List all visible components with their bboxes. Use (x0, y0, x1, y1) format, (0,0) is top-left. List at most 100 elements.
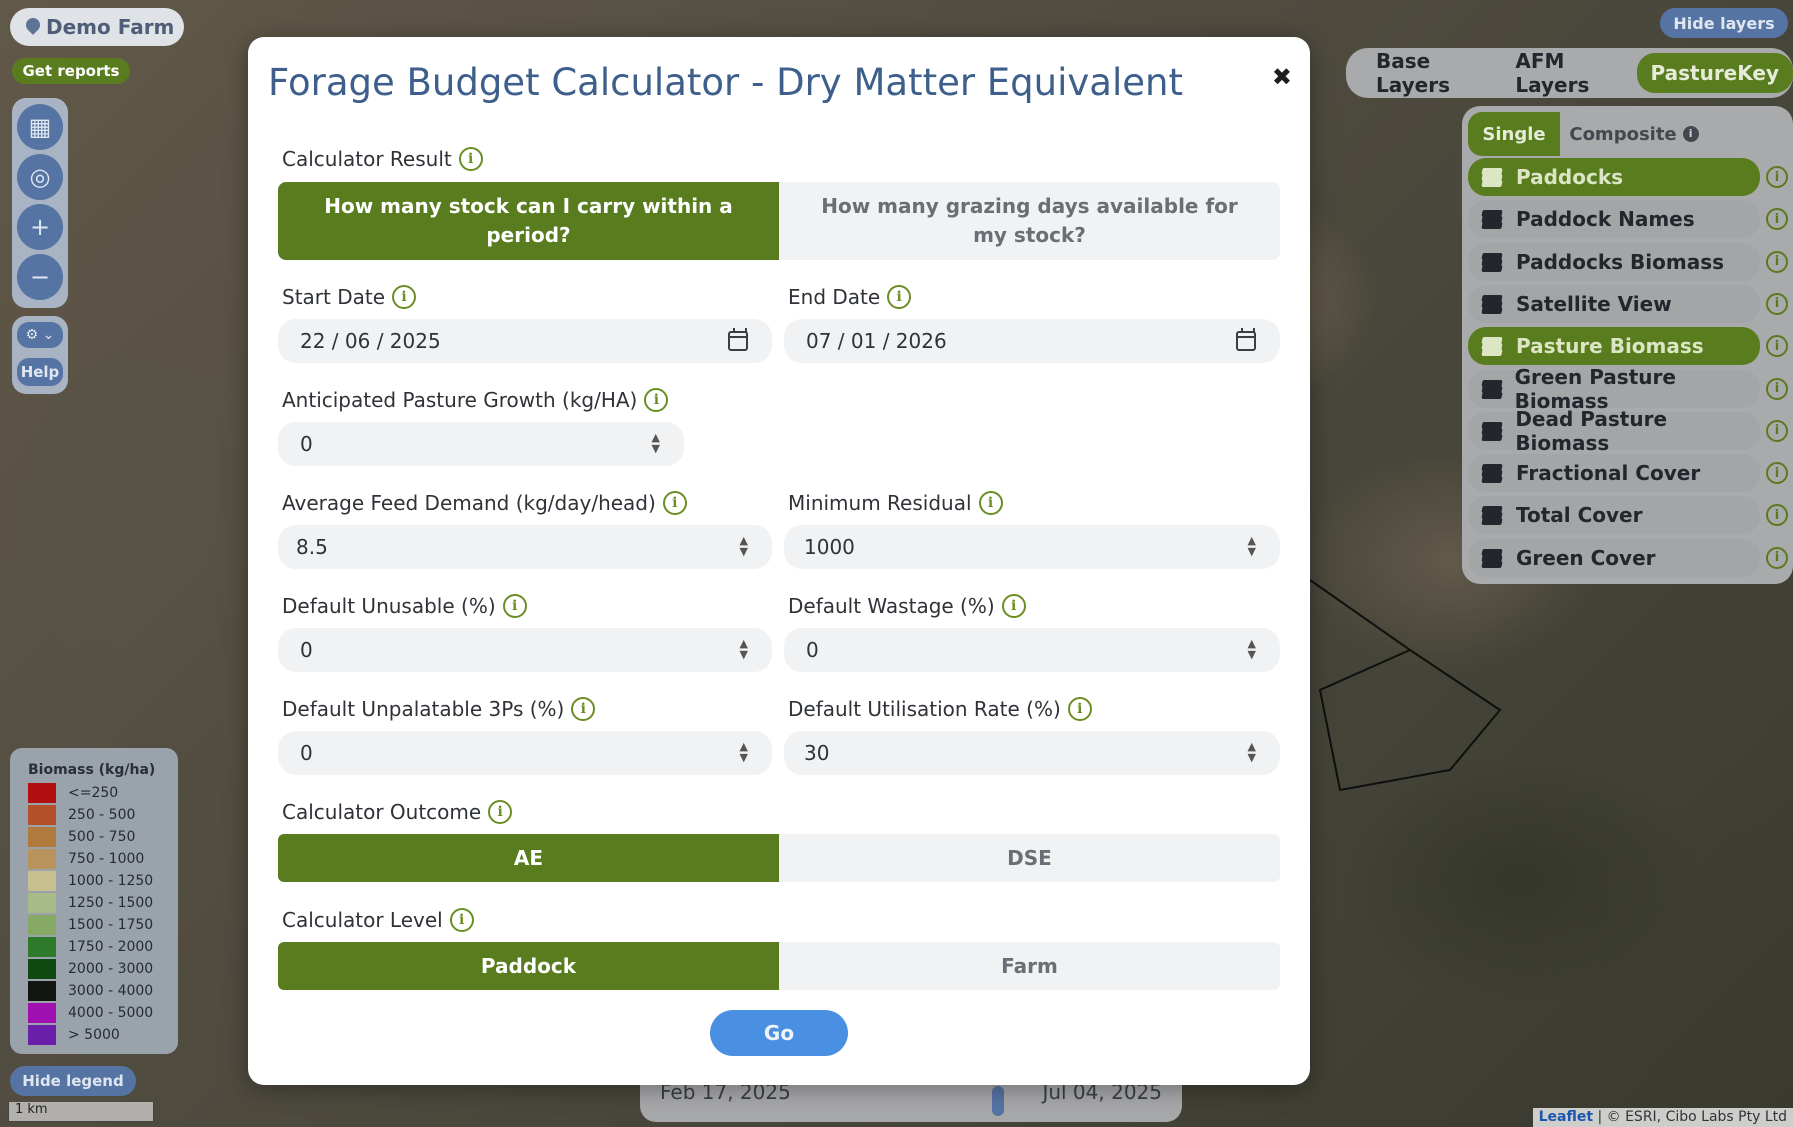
legend-swatch (28, 827, 56, 847)
calendar-icon[interactable] (1236, 328, 1256, 351)
settings-dropdown[interactable]: ⚙ ⌄ (17, 322, 63, 348)
layer-item-dead-pasture-biomass[interactable]: Dead Pasture Biomass (1468, 407, 1760, 455)
info-icon[interactable]: i (644, 388, 669, 412)
end-date-input[interactable]: 07 / 01 / 2026 (784, 319, 1280, 363)
utilisation-text: Default Utilisation Rate (%) (788, 697, 1061, 721)
legend-label: > 5000 (68, 1027, 120, 1043)
stepper-icon[interactable]: ▲ ▼ (652, 432, 660, 454)
info-icon[interactable]: i (392, 285, 417, 309)
info-icon[interactable]: i (1766, 377, 1788, 400)
layer-item-label: Paddock Names (1516, 207, 1695, 232)
info-icon[interactable]: i (502, 594, 527, 618)
info-icon[interactable]: i (1766, 335, 1788, 358)
get-reports-button[interactable]: Get reports (12, 58, 130, 84)
growth-input[interactable]: 0 ▲ ▼ (278, 422, 684, 466)
info-icon[interactable]: i (571, 697, 596, 721)
composite-toggle[interactable]: Composite i (1560, 112, 1708, 156)
info-icon[interactable]: i (488, 800, 513, 824)
stepper-icon[interactable]: ▲ ▼ (740, 741, 748, 763)
unpalatable-text: Default Unpalatable 3Ps (%) (282, 697, 565, 721)
info-icon[interactable]: i (978, 491, 1003, 515)
single-toggle[interactable]: Single (1468, 112, 1560, 156)
settings-help-controls: ⚙ ⌄ Help (12, 316, 68, 394)
layer-item-fractional-cover[interactable]: Fractional Cover (1468, 454, 1760, 493)
info-icon[interactable]: i (1766, 546, 1788, 569)
stepper-icon[interactable]: ▲ ▼ (1248, 741, 1256, 763)
leaflet-link[interactable]: Leaflet (1539, 1109, 1593, 1125)
unpalatable-value: 0 (300, 741, 313, 765)
zoom-out-icon[interactable]: − (17, 254, 63, 300)
result-option-grazing-days[interactable]: How many grazing days available for my s… (779, 182, 1280, 260)
locate-icon[interactable]: ◎ (17, 154, 63, 200)
info-icon[interactable]: i (1766, 208, 1788, 231)
legend-item: 500 - 750 (28, 826, 178, 848)
start-date-input[interactable]: 22 / 06 / 2025 (278, 319, 772, 363)
info-icon[interactable]: i (1067, 697, 1092, 721)
layer-item-paddocks-biomass[interactable]: Paddocks Biomass (1468, 242, 1760, 281)
outcome-option-dse[interactable]: DSE (779, 834, 1280, 882)
info-icon[interactable]: i (1001, 594, 1026, 618)
unusable-value: 0 (300, 638, 313, 662)
feed-demand-input[interactable]: 8.5 ▲ ▼ (278, 525, 772, 569)
wastage-text: Default Wastage (%) (788, 594, 995, 618)
stepper-icon[interactable]: ▲ ▼ (1248, 535, 1256, 557)
layer-item-paddock-names[interactable]: Paddock Names (1468, 200, 1760, 239)
farm-selector[interactable]: Demo Farm (10, 8, 184, 46)
info-icon[interactable]: i (449, 908, 474, 932)
scale-bar: 1 km (8, 1102, 154, 1122)
layer-tabs: Base Layers AFM Layers PastureKey (1346, 48, 1793, 98)
legend-swatch (28, 1025, 56, 1045)
timeline-handle[interactable] (992, 1086, 1004, 1116)
layer-item-label: Pasture Biomass (1516, 334, 1704, 359)
zoom-in-icon[interactable]: + (17, 204, 63, 250)
info-icon[interactable]: i (1766, 462, 1788, 485)
min-residual-label: Minimum Residual i (788, 491, 1003, 515)
layer-item-green-pasture-biomass[interactable]: Green Pasture Biomass (1468, 365, 1760, 413)
unusable-input[interactable]: 0 ▲ ▼ (278, 628, 772, 672)
level-option-paddock[interactable]: Paddock (278, 942, 779, 990)
calculator-level-toggle: Paddock Farm (278, 942, 1280, 990)
close-icon[interactable]: ✖ (1272, 63, 1292, 91)
tab-base-layers[interactable]: Base Layers (1362, 49, 1501, 97)
layer-item-label: Green Cover (1516, 545, 1656, 570)
map-icon[interactable]: ▦ (17, 104, 63, 150)
legend-swatch (28, 849, 56, 869)
unpalatable-input[interactable]: 0 ▲ ▼ (278, 731, 772, 775)
min-residual-input[interactable]: 1000 ▲ ▼ (784, 525, 1280, 569)
calendar-icon[interactable] (728, 328, 748, 351)
layer-item-total-cover[interactable]: Total Cover (1468, 496, 1760, 535)
layer-item-satellite-view[interactable]: Satellite View (1468, 284, 1760, 323)
info-icon[interactable]: i (1682, 126, 1699, 142)
info-icon[interactable]: i (1766, 504, 1788, 527)
wastage-input[interactable]: 0 ▲ ▼ (784, 628, 1280, 672)
info-icon[interactable]: i (1766, 292, 1788, 315)
level-text: Calculator Level (282, 908, 443, 932)
stepper-icon[interactable]: ▲ ▼ (740, 535, 748, 557)
unusable-label: Default Unusable (%) i (282, 594, 527, 618)
info-icon[interactable]: i (887, 285, 912, 309)
tab-afm-layers[interactable]: AFM Layers (1501, 49, 1636, 97)
wastage-value: 0 (806, 638, 819, 662)
layer-item-paddocks[interactable]: Paddocks (1468, 158, 1760, 196)
layer-item-green-cover[interactable]: Green Cover (1468, 538, 1760, 577)
level-option-farm[interactable]: Farm (779, 942, 1280, 990)
start-date-text: Start Date (282, 285, 386, 309)
info-icon[interactable]: i (662, 491, 687, 515)
help-button[interactable]: Help (17, 358, 63, 386)
outcome-option-ae[interactable]: AE (278, 834, 779, 882)
info-icon[interactable]: i (1766, 166, 1788, 188)
hide-layers-button[interactable]: Hide layers (1660, 8, 1788, 38)
result-option-stock[interactable]: How many stock can I carry within a peri… (278, 182, 779, 260)
stepper-icon[interactable]: ▲ ▼ (1248, 638, 1256, 660)
utilisation-input[interactable]: 30 ▲ ▼ (784, 731, 1280, 775)
location-pin-icon (26, 18, 40, 36)
info-icon[interactable]: i (1766, 250, 1788, 273)
info-icon[interactable]: i (458, 147, 483, 171)
info-icon[interactable]: i (1766, 419, 1788, 442)
tab-pasturekey[interactable]: PastureKey (1636, 53, 1793, 93)
go-button[interactable]: Go (710, 1010, 848, 1056)
layer-item-pasture-biomass[interactable]: Pasture Biomass (1468, 327, 1760, 366)
hide-legend-button[interactable]: Hide legend (10, 1066, 136, 1096)
stepper-icon[interactable]: ▲ ▼ (740, 638, 748, 660)
min-residual-value: 1000 (804, 535, 855, 559)
